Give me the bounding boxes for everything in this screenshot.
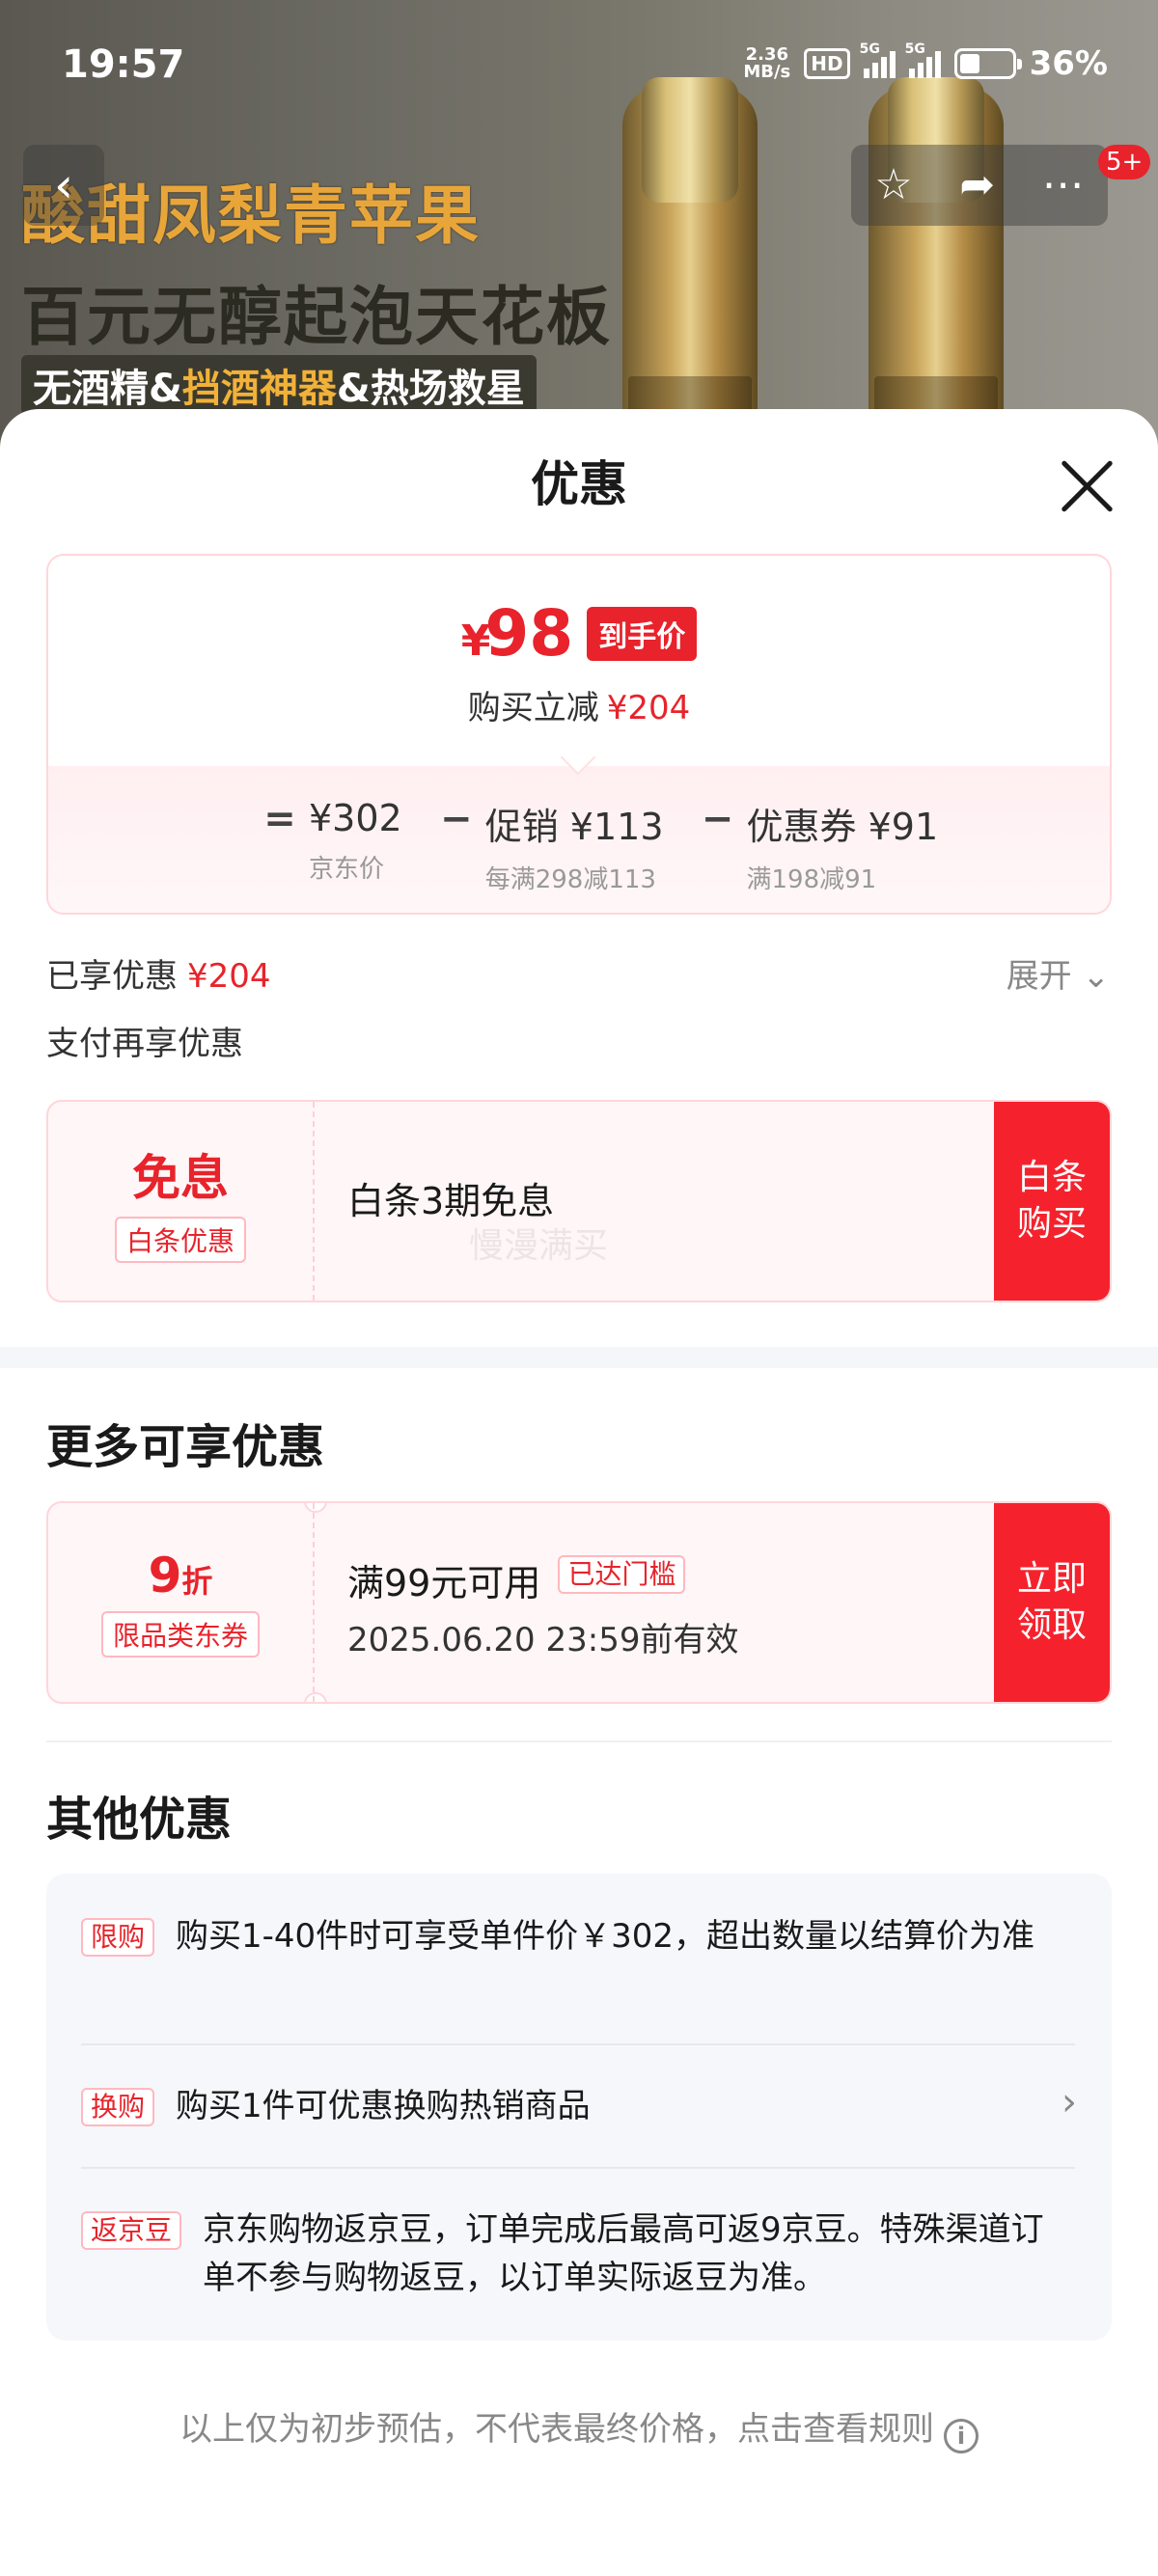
nav-actions: ☆ ➦ ⋯ [851, 145, 1108, 226]
interest-free-label: 免息 [132, 1150, 229, 1206]
expand-toggle[interactable]: 展开 ⌄ [1006, 949, 1110, 997]
favorite-star-icon[interactable]: ☆ [874, 164, 912, 206]
baitiao-offer: 免息 白条优惠 白条3期免息 白条 购买 [46, 1100, 1112, 1302]
other-offers-title: 其他优惠 [46, 1793, 233, 1847]
category-coupon: 9折 限品类东券 满99元可用 已达门槛 2025.06.20 23:59前有效… [46, 1501, 1112, 1704]
instant-reduction: 购买立减 ¥204 [467, 689, 691, 727]
list-item: 返京豆 京东购物返京豆，订单完成后最高可返9京豆。特殊渠道订单不参与购物返豆，以… [81, 2206, 1075, 2297]
divider-line [46, 1740, 1112, 1742]
pay-more-heading: 支付再享优惠 [46, 1025, 243, 1063]
message-badge: 5+ [1098, 145, 1151, 179]
info-icon[interactable]: i [944, 2419, 979, 2453]
close-icon[interactable] [1058, 457, 1116, 515]
share-icon[interactable]: ➦ [959, 164, 995, 206]
hd-icon: HD [804, 48, 850, 79]
trade-in-tag: 换购 [81, 2088, 155, 2126]
claim-coupon-button[interactable]: 立即 领取 [994, 1503, 1110, 1702]
status-time: 19:57 [62, 42, 185, 87]
banner-tagline: 无酒精&挡酒神器&热场救星 [21, 355, 537, 415]
more-offers-title: 更多可享优惠 [46, 1420, 325, 1474]
banner-subheadline: 百元无醇起泡天花板 [21, 280, 612, 354]
chevron-right-icon[interactable]: › [1062, 2080, 1077, 2124]
final-price-tag: 到手价 [587, 606, 698, 661]
net-speed: 2.36 MB/s [743, 44, 791, 82]
coupon-type-tag: 限品类东券 [100, 1611, 260, 1658]
back-button[interactable]: ‹ [23, 145, 104, 226]
purchase-limit-tag: 限购 [81, 1918, 155, 1957]
chevron-left-icon: ‹ [54, 157, 73, 213]
other-offers-list: 限购 购买1-40件时可享受单件价￥302，超出数量以结算价为准 换购 购买1件… [46, 1874, 1112, 2341]
price-formula: = ¥302 京东价 − 促销 ¥113 每满298减113 − 优惠券 ¥91… [263, 797, 939, 894]
jd-bean-tag: 返京豆 [81, 2211, 182, 2250]
status-bar: 19:57 2.36 MB/s HD 5G 5G 36% [0, 0, 1158, 135]
bottle-image [868, 77, 1004, 453]
final-price: ¥98 到手价 [48, 596, 1110, 671]
promo-discount: 促销 ¥113 每满298减113 [484, 806, 664, 894]
coupon-expiry: 2025.06.20 23:59前有效 [347, 1621, 739, 1659]
discount-value: 9折 [148, 1548, 213, 1603]
price-breakdown-card: ¥98 到手价 购买立减 ¥204 = ¥302 京东价 − 促销 ¥113 每满… [46, 554, 1112, 915]
more-icon[interactable]: ⋯ [1042, 164, 1085, 206]
enjoyed-discount: 已享优惠 ¥204 [46, 957, 271, 996]
jd-price: ¥302 京东价 [309, 797, 402, 884]
coupon-condition: 满99元可用 已达门槛 [347, 1553, 686, 1606]
signal-icon: 5G [860, 41, 896, 78]
sheet-title: 优惠 [531, 456, 627, 512]
baitiao-buy-button[interactable]: 白条 购买 [994, 1102, 1110, 1301]
watermark: 慢漫满买 [469, 1226, 609, 1266]
rules-footer[interactable]: 以上仅为初步预估，不代表最终价格，点击查看规则 i [0, 2402, 1158, 2453]
signal-icon: 5G [905, 41, 941, 78]
list-item[interactable]: 换购 购买1件可优惠换购热销商品 [81, 2082, 1075, 2130]
threshold-met-tag: 已达门槛 [558, 1555, 686, 1594]
battery-icon [953, 48, 1022, 79]
section-divider [0, 1347, 1158, 1368]
list-item: 限购 购买1-40件时可享受单件价￥302，超出数量以结算价为准 [81, 1912, 1075, 1960]
coupon-discount: 优惠券 ¥91 满198减91 [746, 806, 939, 894]
battery-percent: 36% [1029, 44, 1108, 83]
baitiao-desc: 白条3期免息 [347, 1180, 555, 1222]
baitiao-tag: 白条优惠 [114, 1217, 246, 1263]
bottle-image [622, 77, 758, 453]
final-price-value: ¥98 [460, 596, 574, 671]
chevron-down-icon: ⌄ [1082, 957, 1111, 996]
